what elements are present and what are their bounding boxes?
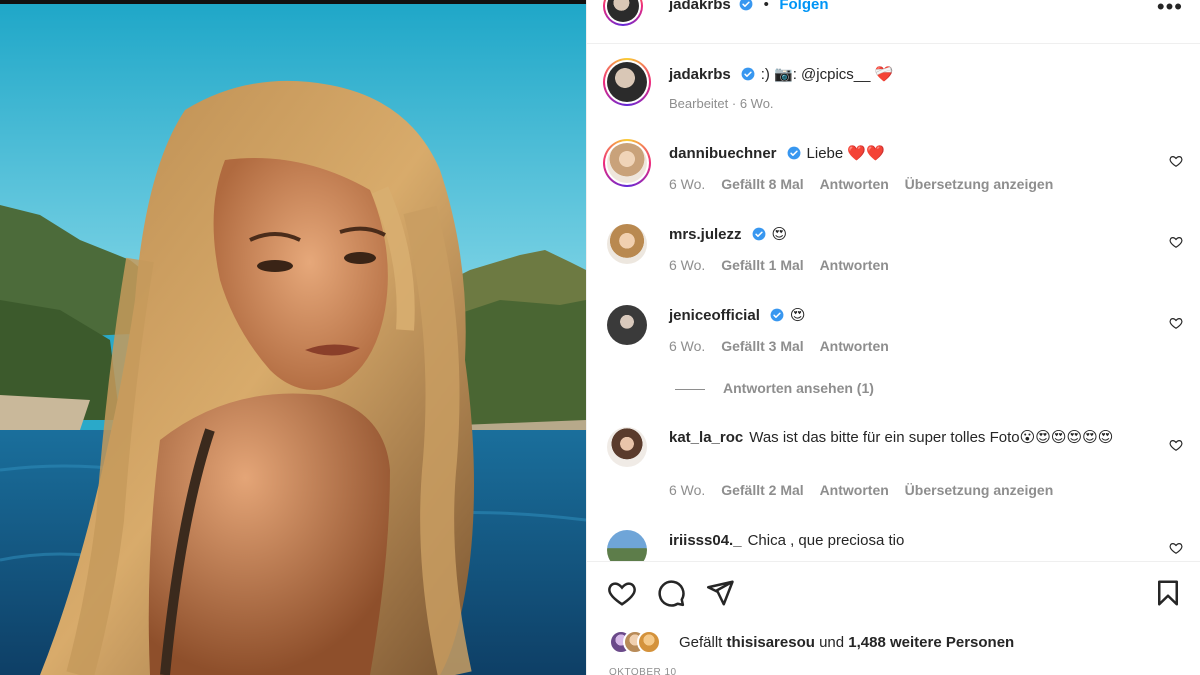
commenter-avatar[interactable] (603, 139, 651, 187)
post-header: jadakrbs • Folgen ••• (587, 0, 1200, 44)
comment-item: mrs.julezz 😍 6 Wo. Gefällt 1 Mal Antworte… (587, 224, 1200, 284)
follow-button[interactable]: Folgen (779, 0, 828, 13)
comment-likes-link[interactable]: Gefällt 3 Mal (721, 338, 803, 354)
comment-meta: 6 Wo. Gefällt 2 Mal Antworten Übersetzun… (669, 482, 1065, 498)
header-separator: • (763, 0, 769, 13)
comment-age: 6 Wo. (669, 257, 706, 273)
heart-icon[interactable] (1169, 316, 1183, 330)
comment-text: Was ist das bitte für ein super tolles F… (749, 429, 1114, 446)
comment-age: 6 Wo. (669, 176, 706, 192)
comment-item: iriisss04._ Chica , que preciosa tio (587, 530, 1200, 561)
action-bar-divider (587, 561, 1200, 562)
verified-badge-icon (752, 227, 765, 241)
bookmark-icon[interactable] (1153, 578, 1183, 608)
more-icon[interactable]: ••• (1157, 0, 1183, 18)
comment-item: kat_la_roc Was ist das bitte für ein supe… (587, 427, 1200, 507)
commenter-username[interactable]: dannibuechner (669, 145, 777, 162)
caption-username[interactable]: jadakrbs (669, 66, 731, 83)
comment-meta: 6 Wo. Gefällt 3 Mal Antworten (669, 338, 901, 354)
likes-middle: und (819, 634, 845, 651)
likes-prefix: Gefällt (679, 634, 723, 651)
post-date: OKTOBER 10 (609, 667, 677, 675)
comment-text: 😍 (771, 226, 788, 243)
verified-badge-icon (741, 67, 755, 81)
author-username[interactable]: jadakrbs (669, 0, 731, 13)
reply-button[interactable]: Antworten (820, 176, 889, 192)
verified-badge-icon (739, 0, 753, 11)
post-photo[interactable] (0, 0, 586, 675)
caption-text: :) 📷: @jcpics__ ❤️‍🩹 (760, 66, 894, 83)
commenter-username[interactable]: iriisss04._ (669, 532, 742, 549)
commenter-avatar[interactable] (607, 427, 647, 467)
view-replies-line (675, 388, 705, 390)
commenter-username[interactable]: mrs.julezz (669, 226, 742, 243)
commenter-username[interactable]: jeniceofficial (669, 307, 760, 324)
translate-button[interactable]: Übersetzung anzeigen (905, 482, 1054, 498)
view-replies-button[interactable]: Antworten ansehen (1) (675, 380, 874, 396)
post-photo-image (0, 0, 586, 675)
verified-badge-icon (770, 308, 784, 322)
comment-text: Liebe ❤️❤️ (806, 145, 885, 162)
caption-author-avatar[interactable] (603, 58, 651, 106)
heart-icon[interactable] (1169, 154, 1183, 168)
comment-meta: 6 Wo. Gefällt 1 Mal Antworten (669, 257, 901, 273)
reply-button[interactable]: Antworten (820, 338, 889, 354)
commenter-avatar[interactable] (607, 224, 647, 264)
comment-item: dannibuechner Liebe ❤️❤️ 6 Wo. Gefällt 8 … (587, 139, 1200, 203)
comment-text: 😍 (789, 307, 806, 324)
comment-text: Chica , que preciosa tio (747, 532, 905, 549)
comment-age: 6 Wo. (669, 338, 706, 354)
caption: jadakrbs :) 📷: @jcpics__ ❤️‍🩹 Bearbeitet … (587, 58, 1200, 122)
comment-icon[interactable] (656, 578, 686, 608)
commenter-avatar[interactable] (607, 530, 647, 561)
commenter-username[interactable]: kat_la_roc (669, 429, 743, 446)
share-icon[interactable] (705, 578, 735, 608)
reply-button[interactable]: Antworten (820, 482, 889, 498)
verified-badge-icon (787, 146, 800, 160)
comment-age: 6 Wo. (669, 482, 706, 498)
translate-button[interactable]: Übersetzung anzeigen (905, 176, 1054, 192)
post-detail-panel: jadakrbs • Folgen ••• jadakrbs :) 📷: @jcp… (586, 0, 1200, 675)
comment-meta: 6 Wo. Gefällt 8 Mal Antworten Übersetzun… (669, 176, 1065, 192)
view-replies-label: Antworten ansehen (1) (723, 380, 874, 396)
commenter-avatar[interactable] (607, 305, 647, 345)
heart-icon[interactable] (1169, 235, 1183, 249)
author-avatar[interactable] (603, 0, 643, 26)
comment-item: jeniceofficial 😍 6 Wo. Gefällt 3 Mal Antw… (587, 305, 1200, 365)
comment-likes-link[interactable]: Gefällt 8 Mal (721, 176, 803, 192)
heart-icon[interactable] (1169, 541, 1183, 555)
comment-likes-link[interactable]: Gefällt 1 Mal (721, 257, 803, 273)
liker-avatar (637, 630, 661, 654)
caption-meta: Bearbeitet · 6 Wo. (669, 96, 774, 111)
likes-count-link[interactable]: 1,488 weitere Personen (848, 634, 1014, 651)
likes-user-link[interactable]: thisisaresou (727, 634, 815, 651)
comment-likes-link[interactable]: Gefällt 2 Mal (721, 482, 803, 498)
heart-icon[interactable] (607, 578, 637, 608)
heart-icon[interactable] (1169, 438, 1183, 452)
reply-button[interactable]: Antworten (820, 257, 889, 273)
